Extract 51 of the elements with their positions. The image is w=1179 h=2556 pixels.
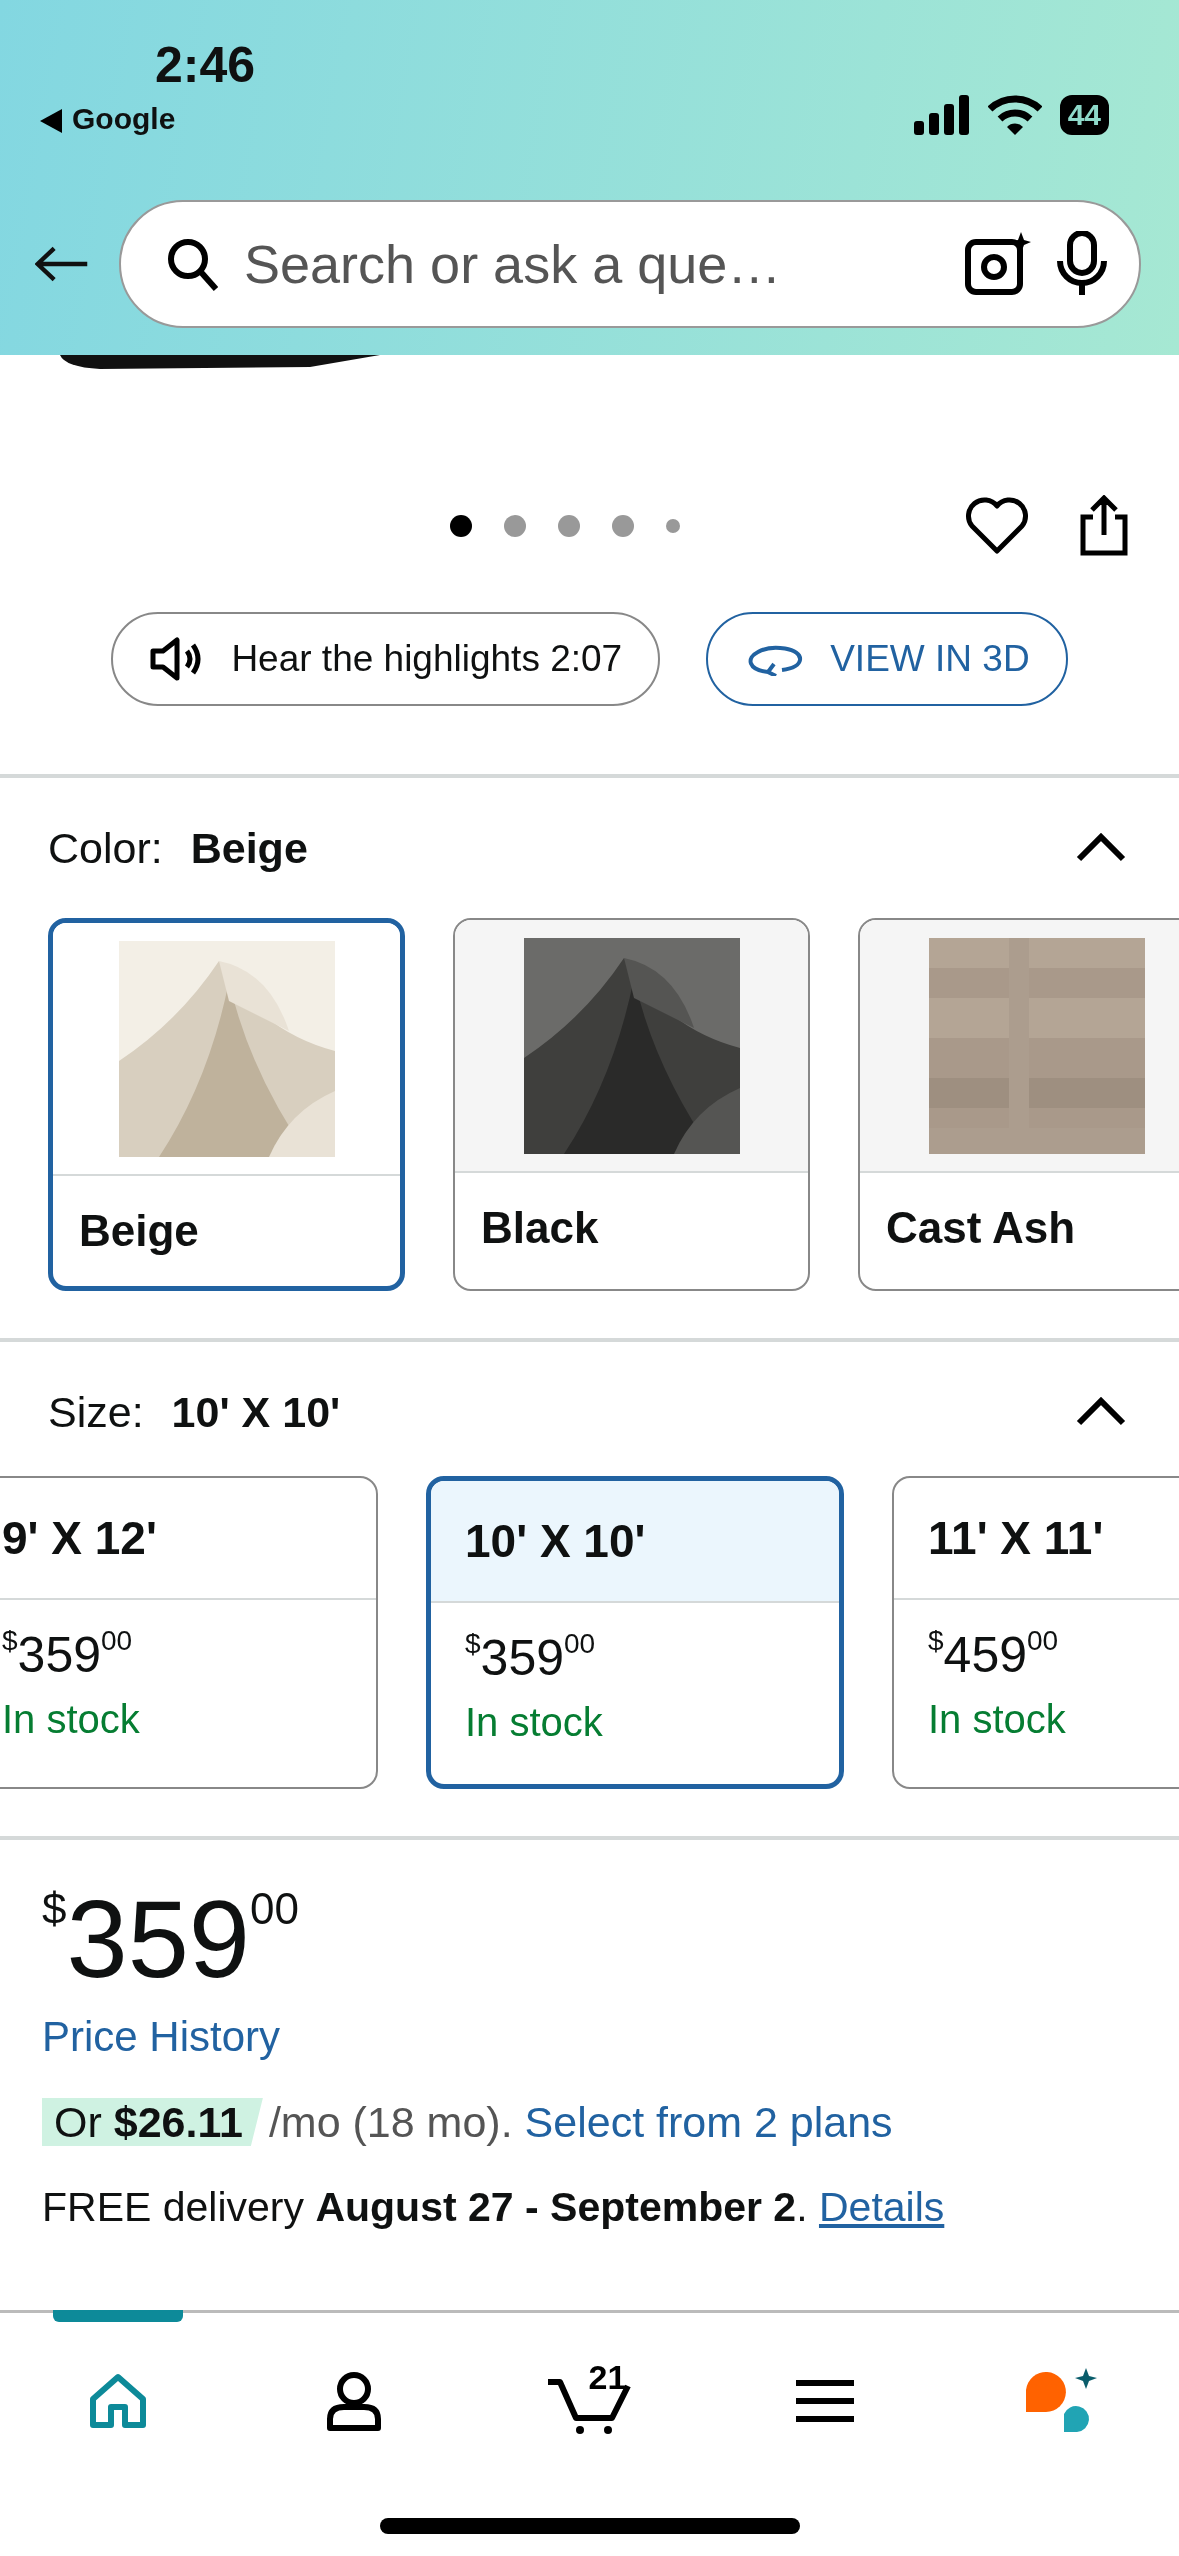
- signal-icon: [913, 95, 970, 135]
- highlights-audio-button[interactable]: Hear the highlights 2:07: [111, 612, 661, 706]
- selected-option-value: Beige: [190, 823, 308, 872]
- search-field[interactable]: Search or ask a que…: [119, 200, 1141, 328]
- size-option-card[interactable]: 10' X 10' $^{$}$359$^{00}$ In stock: [426, 1476, 844, 1789]
- price: $^{$}$359$^{00}$: [42, 1877, 299, 2000]
- details-link[interactable]: Details: [818, 2183, 945, 2230]
- option-price: $^{$}$359$^{00}$: [465, 1631, 597, 1686]
- color-option-card[interactable]: Beige: [48, 918, 405, 1291]
- search-icon: [166, 237, 218, 291]
- price-history-link[interactable]: Price History: [42, 2005, 281, 2068]
- back-triangle-icon: [40, 109, 62, 134]
- menu-icon: [796, 2378, 855, 2423]
- search-input[interactable]: Search or ask a que…: [242, 222, 941, 306]
- option-price: $^{$}$459$^{00}$: [928, 1628, 1060, 1683]
- option-price: $^{$}$359$^{00}$: [2, 1628, 134, 1683]
- option-label: Size:: [48, 1387, 144, 1436]
- microphone-icon[interactable]: [1055, 231, 1109, 297]
- size-name: 10' X 10': [431, 1481, 839, 1603]
- wifi-icon: [987, 95, 1042, 135]
- stock-status: In stock: [2, 1696, 141, 1743]
- back-arrow-icon[interactable]: [35, 244, 89, 284]
- color-option-card[interactable]: Black: [453, 918, 810, 1291]
- monthly-offer: Or $26.11: [42, 2098, 263, 2146]
- color-name: Beige: [78, 1205, 200, 1257]
- option-label: Color:: [48, 823, 163, 872]
- color-name: Cast Ash: [885, 1202, 1077, 1254]
- status-time: 2:46: [155, 37, 256, 93]
- plans-link[interactable]: Select from 2 plans: [524, 2098, 893, 2146]
- selected-option-value: 10' X 10': [171, 1387, 341, 1436]
- size-name: 9' X 12': [0, 1478, 376, 1600]
- size-name: 11' X 11': [894, 1478, 1179, 1600]
- color-name: Black: [480, 1202, 600, 1254]
- chat-bubbles-icon: [1024, 2367, 1099, 2434]
- back-to-app-link[interactable]: Google: [40, 96, 256, 141]
- camera-icon[interactable]: [965, 232, 1031, 296]
- color-option-card[interactable]: Cast Ash: [858, 918, 1179, 1291]
- installment-terms: /mo (18 mo).: [268, 2098, 513, 2146]
- battery-indicator: 44: [1059, 95, 1109, 135]
- heart-icon[interactable]: [965, 497, 1029, 555]
- view-in-3d-button[interactable]: VIEW IN 3D: [706, 612, 1068, 706]
- stock-status: In stock: [465, 1699, 604, 1746]
- delivery-text: FREE delivery August 27 - September 2.: [42, 2183, 808, 2230]
- stock-status: In stock: [928, 1696, 1067, 1743]
- size-option-card[interactable]: 11' X 11' $^{$}$459$^{00}$ In stock: [892, 1476, 1179, 1789]
- person-icon: [325, 2370, 382, 2431]
- share-icon[interactable]: [1079, 495, 1129, 557]
- cart-count: 21: [588, 2357, 627, 2398]
- size-option-card[interactable]: 9' X 12' $^{$}$359$^{00}$ In stock: [0, 1476, 378, 1789]
- cart-tab[interactable]: 21: [504, 2310, 675, 2446]
- home-icon: [88, 2372, 147, 2429]
